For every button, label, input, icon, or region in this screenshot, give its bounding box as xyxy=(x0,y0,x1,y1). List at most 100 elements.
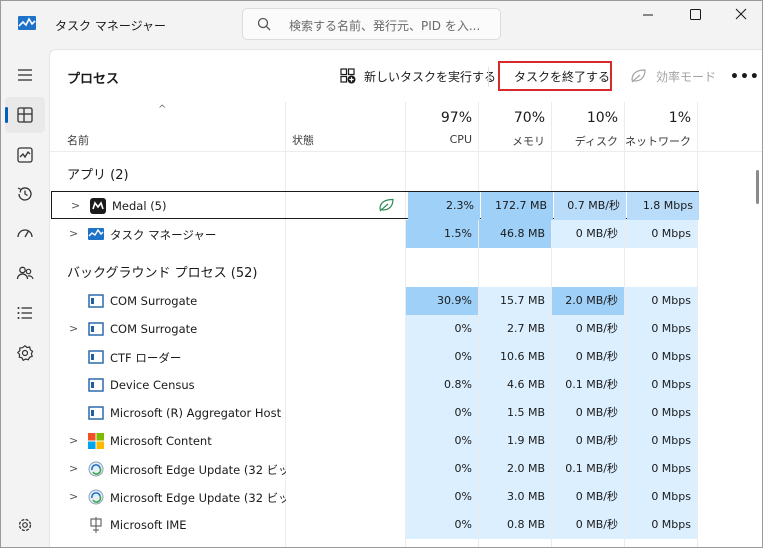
process-row-edge-update[interactable]: > Microsoft Edge Update (32 ビッ... 0% 3.0… xyxy=(50,483,700,511)
cpu-cell: 2.3% xyxy=(408,192,480,220)
sidebar xyxy=(1,49,49,547)
process-row-com-surrogate[interactable]: COM Surrogate 30.9% 15.7 MB 2.0 MB/秒 0 M… xyxy=(50,287,700,315)
column-header-network[interactable]: ネットワーク xyxy=(625,133,691,149)
process-row-com-surrogate[interactable]: > COM Surrogate 0% 2.7 MB 0 MB/秒 0 Mbps xyxy=(50,315,700,343)
hamburger-menu-button[interactable] xyxy=(5,57,45,93)
run-new-task-label: 新しいタスクを実行する xyxy=(364,69,497,84)
sidebar-item-app-history[interactable] xyxy=(5,176,45,212)
network-cell: 0 Mbps xyxy=(625,483,697,511)
cpu-cell: 0% xyxy=(406,483,478,511)
disk-cell: 0 MB/秒 xyxy=(552,511,624,539)
network-cell: 0 Mbps xyxy=(625,371,697,399)
close-button[interactable] xyxy=(717,1,762,33)
scrollbar-thumb[interactable] xyxy=(756,170,759,204)
leaf-icon xyxy=(631,69,646,83)
run-new-task-button[interactable]: 新しいタスクを実行する xyxy=(340,61,496,91)
memory-cell: 172.7 MB xyxy=(481,192,553,220)
memory-cell: 10.6 MB xyxy=(479,343,551,371)
sidebar-item-performance[interactable] xyxy=(5,137,45,173)
process-name: Medal (5) xyxy=(112,199,167,213)
process-row-microsoft-content[interactable]: > Microsoft Content 0% 1.9 MB 0 MB/秒 0 M… xyxy=(50,427,700,455)
process-row-device-census[interactable]: Device Census 0.8% 4.6 MB 0.1 MB/秒 0 Mbp… xyxy=(50,371,700,399)
expand-chevron-icon[interactable]: > xyxy=(71,199,80,212)
expand-chevron-icon[interactable]: > xyxy=(69,462,78,475)
cpu-usage-percent[interactable]: 97% xyxy=(406,110,472,126)
sidebar-item-users[interactable] xyxy=(5,255,45,291)
process-row-edge-update[interactable]: > Microsoft Edge Update (32 ビッ... 0% 2.0… xyxy=(50,455,700,483)
process-name: Microsoft IME xyxy=(110,518,187,532)
disk-cell: 0 MB/秒 xyxy=(552,427,624,455)
ime-icon xyxy=(90,517,102,533)
group-header-background: バックグラウンド プロセス (52) xyxy=(67,266,258,281)
speedometer-icon xyxy=(17,229,33,238)
sort-caret-icon[interactable]: ^ xyxy=(158,104,166,115)
cpu-cell: 0% xyxy=(406,343,478,371)
maximize-button[interactable] xyxy=(671,1,717,33)
run-new-task-icon xyxy=(340,68,356,84)
efficiency-mode-label: 効率モード xyxy=(656,69,717,84)
expand-chevron-icon[interactable]: > xyxy=(69,322,78,335)
column-header-name[interactable]: 名前 xyxy=(67,132,89,148)
disk-cell: 0.7 MB/秒 xyxy=(554,192,626,220)
end-task-button[interactable]: タスクを終了する xyxy=(498,61,612,91)
network-cell: 0 Mbps xyxy=(625,427,697,455)
cpu-cell: 0% xyxy=(406,399,478,427)
performance-icon xyxy=(17,147,33,163)
more-options-button[interactable]: ••• xyxy=(730,69,760,85)
memory-cell: 1.9 MB xyxy=(479,427,551,455)
disk-usage-percent[interactable]: 10% xyxy=(552,110,618,126)
network-usage-percent[interactable]: 1% xyxy=(625,110,691,126)
search-box[interactable]: 検索する名前、発行元、PID を入... xyxy=(242,8,501,40)
cpu-cell: 0% xyxy=(406,427,478,455)
disk-cell: 0.1 MB/秒 xyxy=(552,371,624,399)
process-name: CTF ローダー xyxy=(110,351,182,365)
memory-usage-percent[interactable]: 70% xyxy=(479,110,545,126)
process-name: Microsoft Content xyxy=(110,434,212,448)
process-row-microsoft-ime[interactable]: Microsoft IME 0% 0.8 MB 0 MB/秒 0 Mbps xyxy=(50,511,700,539)
vertical-scrollbar[interactable] xyxy=(750,152,762,547)
column-header-status[interactable]: 状態 xyxy=(292,132,314,148)
process-row-aggregator-host[interactable]: Microsoft (R) Aggregator Host 0% 1.5 MB … xyxy=(50,399,700,427)
hamburger-icon xyxy=(18,69,32,81)
process-row-medal[interactable]: > Medal (5) 2.3% 172.7 MB 0.7 MB/秒 1.8 M… xyxy=(51,191,699,220)
efficiency-mode-button[interactable]: 効率モード xyxy=(630,61,716,91)
task-manager-icon xyxy=(88,228,104,240)
sidebar-item-startup-apps[interactable] xyxy=(5,215,45,251)
process-row-task-manager[interactable]: > タスク マネージャー 1.5% 46.8 MB 0 MB/秒 0 Mbps xyxy=(50,220,700,248)
network-cell: 0 Mbps xyxy=(625,455,697,483)
network-cell: 0 Mbps xyxy=(625,511,697,539)
sidebar-item-settings[interactable] xyxy=(5,507,45,543)
window-app-icon xyxy=(88,378,104,392)
column-header-row: ^ 名前 状態 97% CPU 70% メモリ 10% ディスク 1% ネットワ… xyxy=(50,102,762,152)
memory-cell: 3.0 MB xyxy=(479,483,551,511)
column-header-memory[interactable]: メモリ xyxy=(479,133,545,149)
sidebar-item-processes[interactable] xyxy=(5,97,45,133)
cpu-cell: 1.5% xyxy=(406,220,478,248)
process-row-ctf-loader[interactable]: CTF ローダー 0% 10.6 MB 0 MB/秒 0 Mbps xyxy=(50,343,700,371)
memory-cell: 2.7 MB xyxy=(479,315,551,343)
network-cell: 0 Mbps xyxy=(625,220,697,248)
network-cell: 0 Mbps xyxy=(625,343,697,371)
sidebar-item-services[interactable] xyxy=(5,335,45,371)
network-cell: 1.8 Mbps xyxy=(627,192,699,220)
disk-cell: 0 MB/秒 xyxy=(552,399,624,427)
window-app-icon xyxy=(88,406,104,420)
network-cell: 0 Mbps xyxy=(625,287,697,315)
sidebar-item-details[interactable] xyxy=(5,295,45,331)
list-icon xyxy=(17,307,32,319)
end-task-label: タスクを終了する xyxy=(514,69,611,84)
process-name: タスク マネージャー xyxy=(110,228,217,242)
disk-cell: 0.1 MB/秒 xyxy=(552,455,624,483)
column-header-disk[interactable]: ディスク xyxy=(552,133,618,149)
disk-cell: 0 MB/秒 xyxy=(552,220,624,248)
expand-chevron-icon[interactable]: > xyxy=(69,490,78,503)
expand-chevron-icon[interactable]: > xyxy=(69,434,78,447)
process-name: Device Census xyxy=(110,378,195,392)
minimize-button[interactable] xyxy=(625,1,671,33)
column-header-cpu[interactable]: CPU xyxy=(406,133,472,146)
services-gear-icon xyxy=(16,345,34,362)
expand-chevron-icon[interactable]: > xyxy=(69,227,78,240)
history-icon xyxy=(17,187,32,201)
page-title: プロセス xyxy=(67,72,120,87)
disk-cell: 0 MB/秒 xyxy=(552,343,624,371)
